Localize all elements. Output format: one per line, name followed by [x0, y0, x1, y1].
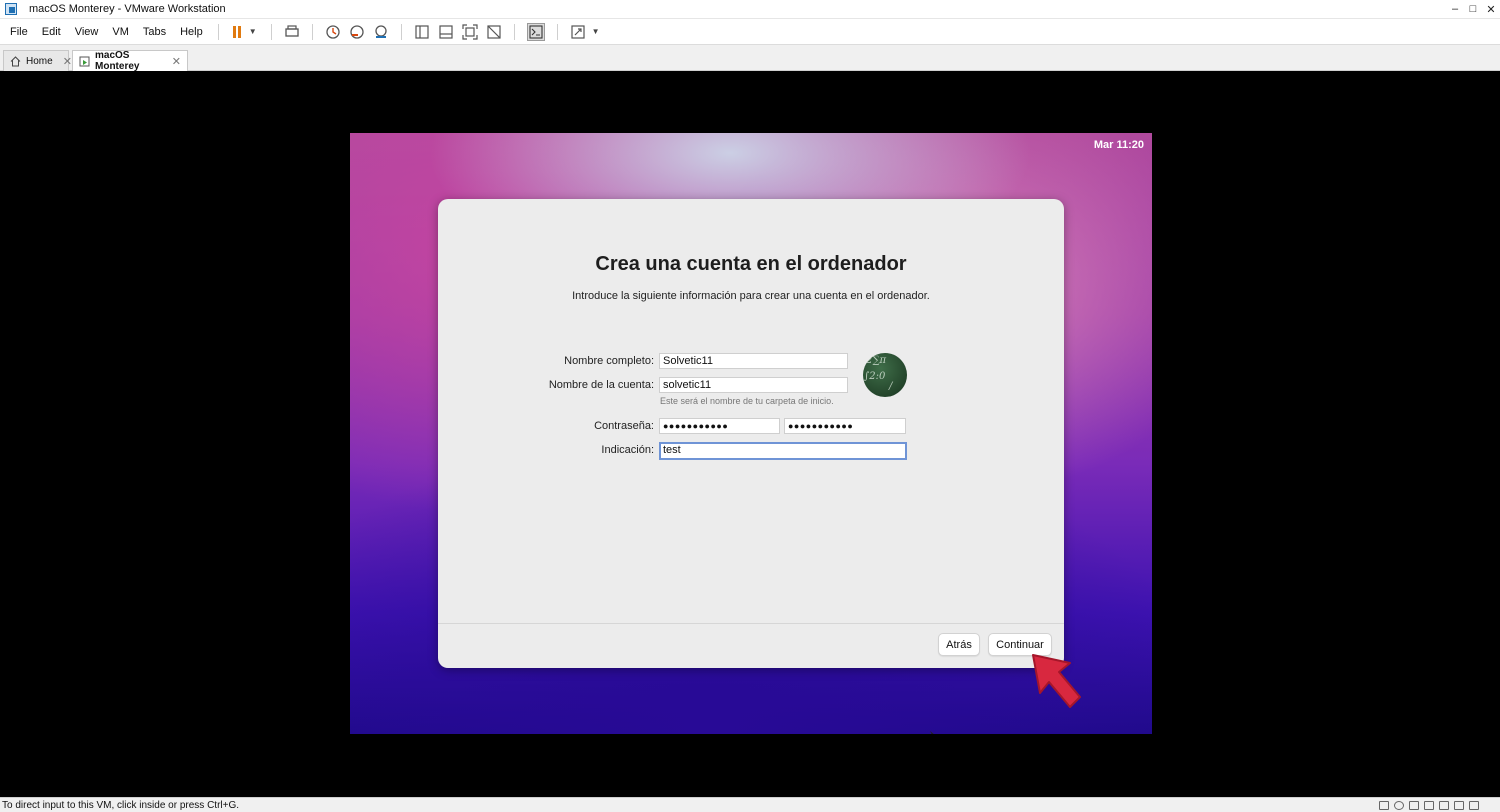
- power-dropdown-icon[interactable]: ▼: [249, 27, 257, 36]
- full-name-label: Nombre completo:: [564, 355, 654, 367]
- vm-tab-icon: [79, 56, 90, 67]
- thumbnail-view-icon[interactable]: [438, 24, 454, 40]
- menu-tabs[interactable]: Tabs: [136, 26, 173, 38]
- display-status-icon[interactable]: [1454, 800, 1464, 810]
- window-titlebar: macOS Monterey - VMware Workstation – □ …: [0, 0, 1500, 19]
- send-ctrl-alt-del-icon[interactable]: [284, 24, 300, 40]
- user-avatar[interactable]: 2∑π ∫2:0 /: [863, 353, 907, 397]
- account-name-field[interactable]: solvetic11: [659, 377, 848, 393]
- vmware-app-icon: [5, 3, 17, 15]
- close-window-button[interactable]: ✕: [1482, 3, 1500, 16]
- snapshot-icon[interactable]: [325, 24, 341, 40]
- sound-status-icon[interactable]: [1439, 800, 1449, 810]
- library-view-icon[interactable]: [414, 24, 430, 40]
- password-label: Contraseña:: [594, 420, 654, 432]
- hard-disk-status-icon[interactable]: [1379, 800, 1389, 810]
- tab-bar: Home ✕ macOS Monterey ✕: [0, 45, 1500, 72]
- cd-drive-status-icon[interactable]: [1394, 800, 1404, 810]
- red-pointer-arrow-icon: [1032, 654, 1081, 708]
- full-name-field[interactable]: Solvetic11: [659, 353, 848, 369]
- menu-toolbar: File Edit View VM Tabs Help ▼ ▼: [0, 19, 1500, 45]
- full-screen-icon[interactable]: [462, 23, 478, 40]
- account-name-label: Nombre de la cuenta:: [548, 379, 654, 391]
- revert-snapshot-icon[interactable]: [349, 24, 365, 40]
- pause-icon[interactable]: [232, 25, 241, 38]
- password-hint-field[interactable]: test: [659, 442, 907, 460]
- usb-status-icon[interactable]: [1424, 800, 1434, 810]
- maximize-button[interactable]: □: [1464, 3, 1482, 16]
- menu-file[interactable]: File: [0, 26, 35, 38]
- menu-view[interactable]: View: [68, 26, 106, 38]
- password-verify-field[interactable]: ●●●●●●●●●●●: [784, 418, 906, 434]
- dialog-subtitle: Introduce la siguiente información para …: [572, 290, 930, 302]
- menu-edit[interactable]: Edit: [35, 26, 68, 38]
- snapshot-manager-icon[interactable]: [373, 24, 389, 40]
- account-name-hint: Este será el nombre de tu carpeta de ini…: [660, 396, 834, 406]
- menu-help[interactable]: Help: [173, 26, 210, 38]
- menu-vm[interactable]: VM: [105, 26, 136, 38]
- back-button[interactable]: Atrás: [938, 633, 980, 656]
- dialog-divider: [438, 623, 1064, 624]
- menubar-clock: Mar 11:20: [1093, 139, 1144, 151]
- tab-macos-close-icon[interactable]: ✕: [172, 55, 181, 68]
- message-status-icon[interactable]: [1469, 800, 1479, 810]
- dialog-title: Crea una cuenta en el ordenador: [595, 253, 907, 275]
- console-view-icon[interactable]: [526, 22, 545, 41]
- minimize-button[interactable]: –: [1446, 3, 1464, 16]
- tab-home-label: Home: [26, 55, 53, 67]
- unity-mode-icon[interactable]: [486, 24, 502, 40]
- tab-home[interactable]: Home ✕: [3, 50, 72, 71]
- network-status-icon[interactable]: [1409, 800, 1419, 810]
- tab-macos-monterey[interactable]: macOS Monterey ✕: [72, 50, 188, 72]
- password-hint-label: Indicación:: [601, 444, 654, 456]
- mouse-cursor-icon: [930, 731, 934, 734]
- tab-macos-label: macOS Monterey: [95, 50, 140, 72]
- status-text: To direct input to this VM, click inside…: [2, 799, 240, 811]
- macos-guest-screen[interactable]: Mar 11:20 Crea una cuenta en el ordenado…: [350, 133, 1152, 734]
- password-field[interactable]: ●●●●●●●●●●●: [659, 418, 780, 434]
- stretch-dropdown-icon[interactable]: ▼: [592, 27, 600, 36]
- resize-grip-icon[interactable]: [1484, 801, 1494, 810]
- window-title: macOS Monterey - VMware Workstation: [29, 3, 226, 15]
- home-icon: [10, 55, 21, 67]
- tab-home-close-icon[interactable]: ✕: [63, 55, 72, 68]
- stretch-guest-icon[interactable]: [570, 24, 586, 40]
- create-account-dialog: Crea una cuenta en el ordenador Introduc…: [438, 199, 1064, 668]
- status-bar: To direct input to this VM, click inside…: [0, 797, 1500, 812]
